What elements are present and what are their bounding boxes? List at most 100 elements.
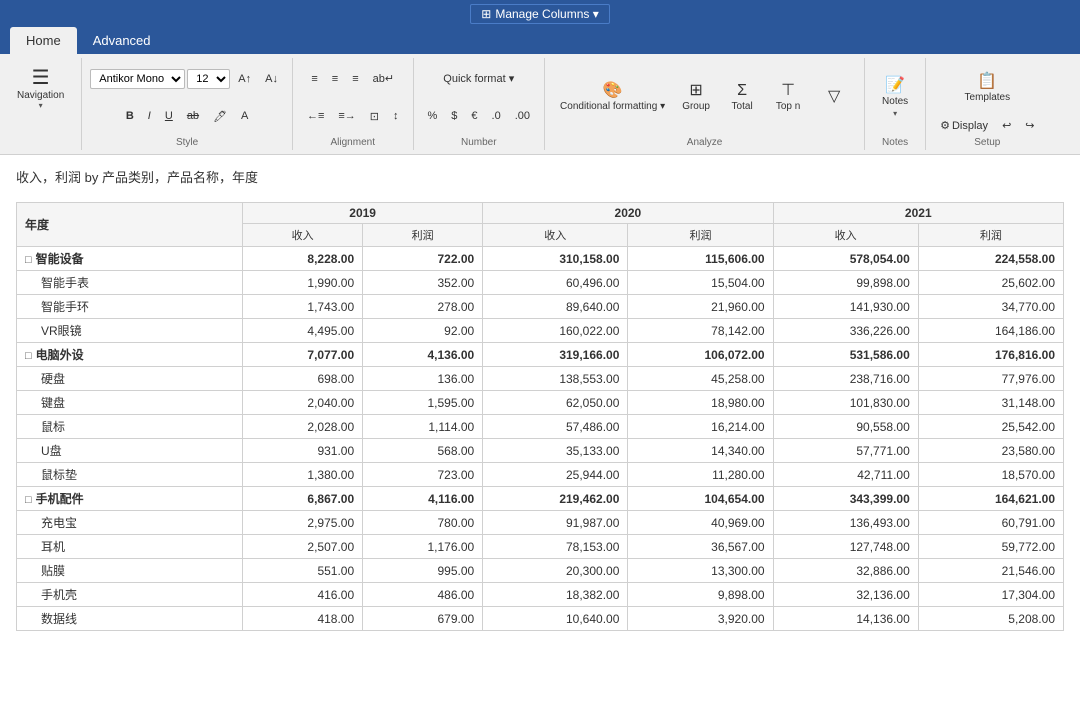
child-rev2019-value: 1,743.00 <box>243 295 363 319</box>
highlight-button[interactable]: 🖊 <box>207 107 233 126</box>
child-pro2019-value: 723.00 <box>363 463 483 487</box>
pro2021-value: 164,621.00 <box>918 487 1063 511</box>
analyze-label: Analyze <box>687 137 723 148</box>
table-row: 鼠标2,028.001,114.0057,486.0016,214.0090,5… <box>17 415 1064 439</box>
total-button[interactable]: Σ Total <box>720 70 764 126</box>
italic-button[interactable]: I <box>142 107 157 125</box>
child-rev2019-value: 1,380.00 <box>243 463 363 487</box>
child-pro2020-value: 78,142.00 <box>628 319 773 343</box>
rev2019-col-header: 收入 <box>243 224 363 247</box>
templates-label: Templates <box>965 92 1011 103</box>
child-rev2020-value: 25,944.00 <box>483 463 628 487</box>
child-name: 手机壳 <box>17 583 243 607</box>
style-group: Antikor Mono 12 A↑ A↓ B I U ab 🖊 A Style <box>82 58 293 150</box>
decimal-inc-button[interactable]: .0 <box>486 107 507 125</box>
notes-icon: 📝 <box>885 78 905 94</box>
year-2020-header: 2020 <box>483 203 773 224</box>
child-rev2021-value: 238,716.00 <box>773 367 918 391</box>
child-pro2020-value: 15,504.00 <box>628 271 773 295</box>
child-pro2021-value: 77,976.00 <box>918 367 1063 391</box>
child-pro2019-value: 278.00 <box>363 295 483 319</box>
number-row2: % $ € .0 .00 <box>422 98 537 136</box>
child-rev2020-value: 160,022.00 <box>483 319 628 343</box>
child-pro2021-value: 25,542.00 <box>918 415 1063 439</box>
child-rev2021-value: 32,136.00 <box>773 583 918 607</box>
euro-button[interactable]: € <box>465 107 483 125</box>
year-2021-header: 2021 <box>773 203 1063 224</box>
font-name-select[interactable]: Antikor Mono <box>90 69 185 89</box>
child-name: 智能手环 <box>17 295 243 319</box>
child-rev2021-value: 14,136.00 <box>773 607 918 631</box>
topn-button[interactable]: ⊤ Top n <box>766 70 810 126</box>
pro2020-value: 106,072.00 <box>628 343 773 367</box>
rev2021-value: 578,054.00 <box>773 247 918 271</box>
data-table: 年度 2019 2020 2021 收入 利润 收入 利润 收入 利润 □智能设… <box>16 202 1064 631</box>
align-center-button[interactable]: ≡ <box>326 70 344 88</box>
child-name: 贴膜 <box>17 559 243 583</box>
child-rev2021-value: 90,558.00 <box>773 415 918 439</box>
merge-button[interactable]: ⊡ <box>364 107 385 126</box>
display-button[interactable]: ⚙ Display <box>934 116 994 135</box>
child-name: VR眼镜 <box>17 319 243 343</box>
notes-button[interactable]: 📝 Notes ▾ <box>873 70 917 126</box>
child-rev2019-value: 2,975.00 <box>243 511 363 535</box>
expand-icon[interactable]: □ <box>25 254 32 266</box>
pro2021-value: 176,816.00 <box>918 343 1063 367</box>
expand-icon[interactable]: □ <box>25 494 32 506</box>
tab-home[interactable]: Home <box>10 27 77 54</box>
report-title: 收入，利润 by 产品类别，产品名称，年度 <box>16 167 1064 186</box>
year-2019-header: 2019 <box>243 203 483 224</box>
currency-button[interactable]: $ <box>445 107 463 125</box>
conditional-formatting-button[interactable]: 🎨 Conditional formatting ▾ <box>553 70 672 126</box>
table-row: 智能手表1,990.00352.0060,496.0015,504.0099,8… <box>17 271 1064 295</box>
underline-button[interactable]: U <box>159 107 179 125</box>
analyze-row: 🎨 Conditional formatting ▾ ⊞ Group Σ Tot… <box>553 60 856 135</box>
manage-columns-button[interactable]: ⊞ Manage Columns ▾ <box>470 4 609 24</box>
rev2020-value: 310,158.00 <box>483 247 628 271</box>
quick-format-button[interactable]: Quick format ▾ <box>437 69 520 88</box>
table-row: VR眼镜4,495.0092.00160,022.0078,142.00336,… <box>17 319 1064 343</box>
rotate-button[interactable]: ↕ <box>387 107 405 125</box>
percent-button[interactable]: % <box>422 107 444 125</box>
child-rev2019-value: 2,040.00 <box>243 391 363 415</box>
child-rev2021-value: 42,711.00 <box>773 463 918 487</box>
redo-button[interactable]: ↪ <box>1019 116 1040 135</box>
navigation-button[interactable]: ☰ Navigation ▾ <box>8 60 73 115</box>
pro2021-value: 224,558.00 <box>918 247 1063 271</box>
font-size-select[interactable]: 12 <box>187 69 230 89</box>
align-left-button[interactable]: ≡ <box>305 70 323 88</box>
font-grow-button[interactable]: A↑ <box>232 70 257 88</box>
child-name: 数据线 <box>17 607 243 631</box>
fontcolor-button[interactable]: A <box>235 107 254 125</box>
child-pro2021-value: 31,148.00 <box>918 391 1063 415</box>
indent-button[interactable]: ←≡ <box>301 107 330 125</box>
align-right-button[interactable]: ≡ <box>346 70 364 88</box>
rev2019-value: 7,077.00 <box>243 343 363 367</box>
tab-advanced[interactable]: Advanced <box>77 27 167 54</box>
alignment-row2: ←≡ ≡→ ⊡ ↕ <box>301 98 405 136</box>
bold-button[interactable]: B <box>120 107 140 125</box>
undo-button[interactable]: ↩ <box>996 116 1017 135</box>
filter-button[interactable]: ▽ <box>812 70 856 126</box>
manage-columns-label: Manage Columns ▾ <box>495 7 598 21</box>
child-rev2020-value: 62,050.00 <box>483 391 628 415</box>
child-pro2019-value: 92.00 <box>363 319 483 343</box>
templates-button[interactable]: 📋 Templates <box>958 60 1018 116</box>
setup-row2: ⚙ Display ↩ ↪ <box>934 116 1040 135</box>
child-rev2021-value: 57,771.00 <box>773 439 918 463</box>
table-row: 键盘2,040.001,595.0062,050.0018,980.00101,… <box>17 391 1064 415</box>
expand-icon[interactable]: □ <box>25 350 32 362</box>
strikethrough-button[interactable]: ab <box>181 107 205 125</box>
child-pro2020-value: 14,340.00 <box>628 439 773 463</box>
font-shrink-button[interactable]: A↓ <box>259 70 284 88</box>
wrap-button[interactable]: ab↵ <box>367 69 400 88</box>
grow-icon: A↑ <box>238 73 251 85</box>
outdent-button[interactable]: ≡→ <box>332 107 361 125</box>
style-label: Style <box>176 137 198 148</box>
child-pro2019-value: 679.00 <box>363 607 483 631</box>
child-pro2021-value: 34,770.00 <box>918 295 1063 319</box>
decimal-dec-button[interactable]: .00 <box>509 107 536 125</box>
category-name: 手机配件 <box>36 492 84 506</box>
group-button[interactable]: ⊞ Group <box>674 70 718 126</box>
category-row: □手机配件6,867.004,116.00219,462.00104,654.0… <box>17 487 1064 511</box>
